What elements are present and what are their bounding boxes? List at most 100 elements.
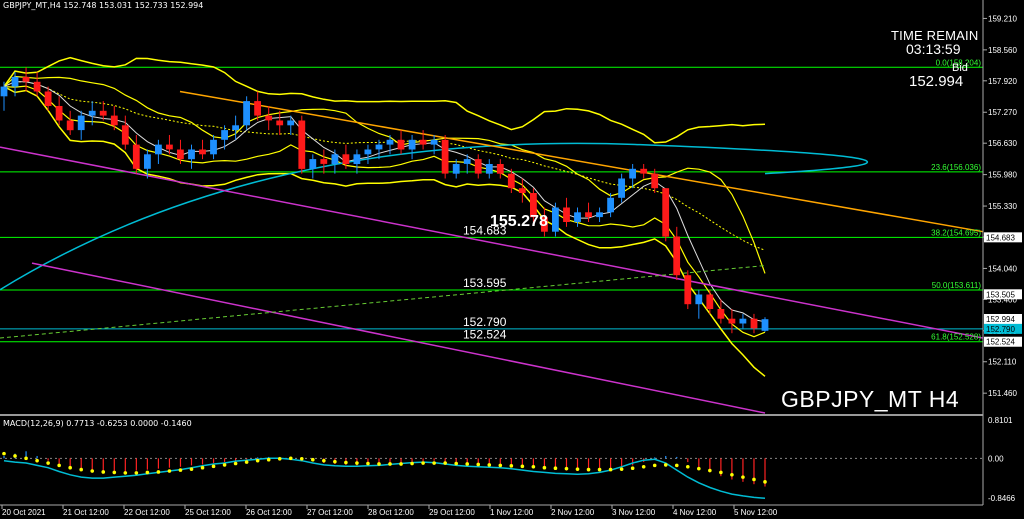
macd-signal-dot [322, 458, 326, 463]
candle-body [254, 101, 261, 116]
candle-body [728, 318, 736, 324]
candle-body [155, 144, 162, 155]
candle-body [33, 81, 41, 92]
level-value-label: 152.524 [463, 328, 507, 342]
macd-signal-dot [57, 463, 61, 468]
macd-signal-dot [355, 461, 359, 465]
candle-body [353, 154, 361, 164]
candle-body [618, 178, 625, 198]
macd-signal-dot [145, 470, 150, 475]
macd-signal-dot [123, 471, 128, 475]
macd-signal-dot [101, 470, 106, 474]
candle-body [44, 91, 52, 106]
candle-body [585, 212, 592, 218]
macd-signal-dot [156, 470, 161, 474]
candle-body [177, 149, 184, 160]
chart-canvas[interactable]: 159.210 158.560 157.920 157.270 156.630 155.9… [0, 0, 1024, 519]
macd-signal-dot [685, 464, 690, 469]
candle-body [386, 139, 394, 145]
candle-body [11, 76, 19, 87]
candle-body [430, 139, 438, 145]
symbol-name: GBPJPY_MT,H4 [3, 1, 61, 10]
candle-body [408, 139, 416, 150]
candle-body [0, 86, 8, 97]
time-tick-label: 2 Nov 12:00 [551, 508, 595, 517]
macd-signal-dot [13, 454, 17, 458]
macd-signal-dot [79, 467, 84, 472]
candle-body [88, 110, 96, 116]
candle-body [761, 319, 769, 331]
macd-signal-dot [741, 475, 745, 479]
candle-body [375, 144, 383, 150]
macd-tick-label: -0.8466 [988, 494, 1016, 503]
time-tick-label: 27 Oct 12:00 [307, 508, 353, 517]
candle-body [574, 212, 581, 222]
candle-body [640, 168, 648, 174]
time-tick-label: 4 Nov 12:00 [673, 508, 717, 517]
macd-signal-dot [652, 463, 657, 468]
macd-signal-dot [564, 466, 569, 471]
candle-body [199, 149, 206, 155]
macd-signal-dot [498, 463, 503, 468]
candle-body [166, 144, 173, 150]
macd-signal-dot [619, 467, 624, 471]
candle-body [210, 139, 217, 155]
macd-signal-dot [388, 462, 392, 466]
macd-signal-dot [531, 464, 536, 469]
time-tick-label: 25 Oct 12:00 [185, 508, 231, 517]
macd-signal-dot [752, 477, 756, 482]
price-tag-label: 154.683 [986, 233, 1015, 242]
macd-signal-dot [674, 463, 679, 468]
fib-level-label: 50.0(153.611) [932, 281, 982, 290]
price-tick-label: 152.110 [988, 358, 1017, 367]
macd-signal-dot [112, 470, 117, 475]
macd-signal-dot [608, 467, 613, 472]
time-tick-label: 3 Nov 12:00 [612, 508, 656, 517]
macd-signal-dot [697, 466, 701, 471]
candle-body [331, 154, 339, 164]
macd-signal-dot [630, 466, 635, 471]
macd-signal-dot [211, 464, 216, 469]
candle-body [629, 168, 636, 179]
candle-body [750, 318, 758, 329]
price-tick-label: 151.460 [988, 389, 1017, 398]
ohlc-values: 152.748 153.031 152.733 152.994 [63, 1, 204, 10]
time-tick-label: 29 Oct 12:00 [429, 508, 475, 517]
candle-body [121, 125, 129, 145]
candle-body [706, 294, 714, 309]
macd-signal-dot [68, 465, 72, 470]
candle-body [298, 120, 306, 169]
macd-signal-dot [189, 467, 194, 471]
candle-body [607, 197, 614, 213]
time-tick-label: 21 Oct 12:00 [63, 508, 109, 517]
candle-body [596, 212, 603, 218]
candle-body [99, 110, 107, 116]
price-tick-label: 157.920 [988, 77, 1017, 86]
macd-signal-dot [299, 456, 304, 461]
time-tick-label: 20 Oct 2021 [2, 508, 46, 517]
candle-body [695, 294, 703, 305]
price-tag-label: 152.790 [986, 325, 1015, 334]
macd-signal-dot [719, 470, 723, 475]
macd-signal-dot [333, 459, 337, 464]
macd-signal-dot [311, 457, 315, 462]
macd-signal-dot [465, 462, 470, 466]
fib-level-label: 38.2(154.695) [931, 228, 981, 237]
candle-body [243, 101, 250, 126]
macd-signal-dot [222, 463, 227, 467]
candle-body [485, 164, 493, 174]
time-tick-label: 5 Nov 12:00 [734, 508, 778, 517]
macd-signal-dot [2, 451, 6, 456]
time-tick-label: 26 Oct 12:00 [246, 508, 292, 517]
candle-body [55, 106, 63, 121]
candle-body [684, 275, 692, 305]
bid-value: 152.994 [909, 73, 964, 90]
macd-signal-dot [24, 456, 28, 461]
macd-signal-dot [90, 469, 95, 473]
macd-signal-dot [46, 461, 50, 465]
macd-signal-dot [421, 461, 425, 465]
candle-body [397, 139, 405, 150]
price-tag-label: 152.524 [986, 338, 1015, 347]
price-tick-label: 159.210 [988, 14, 1017, 23]
macd-signal-dot [410, 461, 414, 466]
